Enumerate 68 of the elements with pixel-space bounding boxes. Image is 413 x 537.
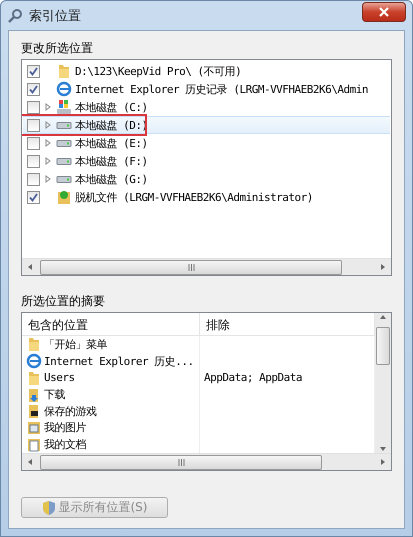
expand-arrow-icon[interactable] xyxy=(45,121,51,129)
table-cell: 下载 xyxy=(44,387,65,402)
expand-arrow-icon[interactable] xyxy=(45,157,51,165)
close-button[interactable] xyxy=(362,2,406,22)
scroll-thumb[interactable] xyxy=(40,454,322,470)
table-cell: 保存的游戏 xyxy=(44,404,96,419)
drive-icon xyxy=(56,158,72,164)
expand-arrow-icon[interactable] xyxy=(45,103,51,111)
location-label: 脱机文件 (LRGM-VVFHAEB2K6\Administrator) xyxy=(75,190,313,204)
location-row[interactable]: 脱机文件 (LRGM-VVFHAEB2K6\Administrator) xyxy=(23,188,390,206)
folder-icon xyxy=(56,63,72,79)
drive-icon xyxy=(56,140,72,146)
location-row[interactable]: 本地磁盘 (E:) xyxy=(23,134,390,152)
expand-arrow-icon[interactable] xyxy=(45,175,51,183)
drive-icon xyxy=(56,99,72,115)
drive-icon xyxy=(56,176,72,182)
folder-icon xyxy=(26,336,42,352)
grip-icon xyxy=(188,264,194,270)
location-label: 本地磁盘 (G:) xyxy=(75,172,148,186)
scroll-left-icon[interactable] xyxy=(26,458,34,466)
table-cell: 「开始」菜单 xyxy=(44,336,107,352)
e-logo-icon xyxy=(26,353,42,370)
scroll-right-icon[interactable] xyxy=(379,458,387,466)
location-label: 本地磁盘 (E:) xyxy=(75,136,148,150)
search-icon xyxy=(7,8,23,24)
scroll-left-icon[interactable] xyxy=(26,263,34,271)
checkbox[interactable] xyxy=(27,82,40,96)
horizontal-scrollbar[interactable] xyxy=(22,453,391,470)
grip-icon xyxy=(178,458,184,466)
close-icon[interactable] xyxy=(379,6,389,16)
checkbox[interactable] xyxy=(27,118,40,132)
checkbox[interactable] xyxy=(27,100,40,114)
scroll-thumb[interactable] xyxy=(376,327,390,365)
table-cell: Internet Explorer 历史... xyxy=(44,354,194,369)
location-label: Internet Explorer 历史记录 (LRGM-VVFHAEB2K6\Admin xyxy=(75,82,368,96)
table-cell: 我的图片 xyxy=(44,420,86,436)
sync-folder-icon xyxy=(56,189,72,205)
checkbox[interactable] xyxy=(27,190,40,204)
vertical-scrollbar[interactable] xyxy=(375,313,391,453)
location-label: 本地磁盘 (F:) xyxy=(75,154,148,168)
drive-icon xyxy=(56,122,72,128)
checkbox[interactable] xyxy=(27,64,40,78)
checkbox[interactable] xyxy=(27,154,40,168)
horizontal-scrollbar[interactable] xyxy=(22,258,391,275)
window-title: 索引位置 xyxy=(29,8,82,24)
location-row[interactable]: 本地磁盘 (G:) xyxy=(23,170,390,188)
location-row[interactable]: 本地磁盘 (F:) xyxy=(23,152,390,170)
location-row[interactable]: Internet Explorer 历史记录 (LRGM-VVFHAEB2K6\Admin xyxy=(23,80,390,98)
column-header[interactable]: 包含的位置 xyxy=(22,313,200,335)
scroll-right-icon[interactable] xyxy=(379,263,387,271)
table-cell: AppData; AppData xyxy=(204,371,302,384)
location-label: D:\123\KeepVid Pro\ (不可用) xyxy=(75,64,242,78)
e-logo-icon xyxy=(56,81,72,97)
group-label: 所选位置的摘要 xyxy=(21,293,106,310)
checkbox[interactable] xyxy=(27,172,40,186)
picture-file-icon xyxy=(26,420,42,436)
group-label: 更改所选位置 xyxy=(21,40,94,57)
location-label: 本地磁盘 (C:) xyxy=(75,100,148,114)
location-row[interactable]: 本地磁盘 (C:) xyxy=(23,98,390,116)
folder-icon xyxy=(26,370,42,386)
scroll-thumb[interactable] xyxy=(40,260,342,274)
table-cell: 我的文档 xyxy=(44,437,86,452)
location-row[interactable]: D:\123\KeepVid Pro\ (不可用) xyxy=(23,62,390,80)
scroll-up-icon[interactable] xyxy=(379,313,387,321)
expand-arrow-icon[interactable] xyxy=(45,139,51,147)
document-icon xyxy=(26,436,42,453)
checkbox[interactable] xyxy=(27,136,40,150)
table-cell: Users xyxy=(44,371,75,384)
